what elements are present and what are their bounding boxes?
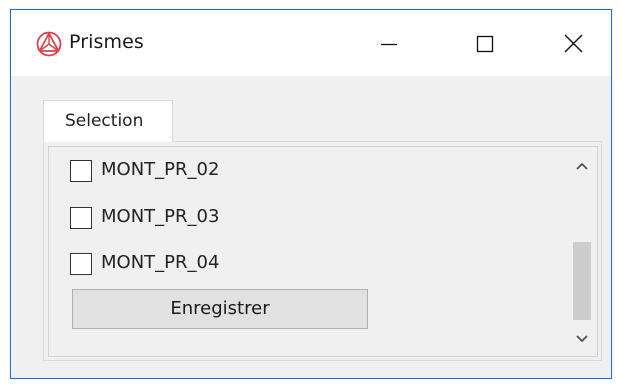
minimize-icon <box>381 43 397 46</box>
list-item-label: MONT_PR_03 <box>101 206 220 227</box>
list-item-label: MONT_PR_04 <box>101 252 220 273</box>
close-button[interactable] <box>545 22 601 66</box>
list-item[interactable]: MONT_PR_03 <box>70 205 370 233</box>
maximize-button[interactable] <box>456 22 512 66</box>
chevron-down-icon <box>576 335 588 343</box>
scroll-down-button[interactable] <box>567 324 597 354</box>
close-icon <box>564 34 583 53</box>
save-button[interactable]: Enregistrer <box>72 289 368 329</box>
checkbox-mont-pr-03[interactable] <box>70 207 92 229</box>
tab-selection[interactable]: Selection <box>43 100 173 142</box>
window-title: Prismes <box>69 31 144 53</box>
prism-logo-icon <box>35 30 63 58</box>
maximize-icon <box>476 35 494 53</box>
scroll-up-button[interactable] <box>567 151 597 181</box>
tab-panel: MONT_PR_02 MONT_PR_03 MONT_PR_04 Enregis… <box>43 141 602 361</box>
chevron-up-icon <box>576 162 588 170</box>
prismes-window: Prismes Selection MONT_PR_02 MONT_PR_03 … <box>10 9 612 379</box>
title-bar[interactable]: Prismes <box>11 10 611 76</box>
list-item[interactable]: MONT_PR_02 <box>70 158 370 186</box>
scroll-thumb[interactable] <box>573 242 591 320</box>
scroll-area[interactable]: MONT_PR_02 MONT_PR_03 MONT_PR_04 Enregis… <box>48 146 598 357</box>
list-item-label: MONT_PR_02 <box>101 159 220 180</box>
checkbox-mont-pr-04[interactable] <box>70 253 92 275</box>
tab-selection-label: Selection <box>65 111 144 131</box>
minimize-button[interactable] <box>360 22 416 66</box>
checkbox-mont-pr-02[interactable] <box>70 160 92 182</box>
vertical-scrollbar[interactable] <box>567 147 597 356</box>
list-item[interactable]: MONT_PR_04 <box>70 251 370 279</box>
